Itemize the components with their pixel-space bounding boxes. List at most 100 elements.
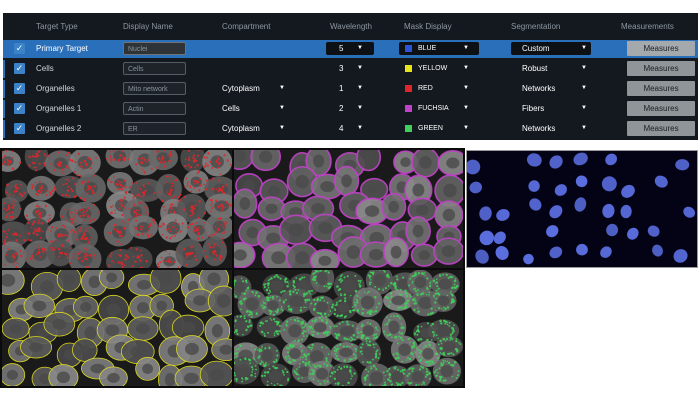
segmentation-value: Networks (522, 124, 556, 133)
check-icon: ✓ (15, 63, 24, 73)
wavelength-dropdown[interactable]: 1 ▼ (326, 82, 374, 95)
table-header: Target Type Display Name Compartment Wav… (3, 22, 698, 36)
caret-down-icon: ▼ (581, 105, 587, 111)
table-row[interactable]: ✓ Primary Target Nuclei 5 ▼ BLUE ▼ Custom ▼ Measu… (3, 40, 698, 58)
row-checkbox[interactable]: ✓ (14, 123, 25, 134)
caret-down-icon: ▼ (463, 85, 469, 91)
table-row[interactable]: ✓ Cells Cells 3 ▼ YELLOW ▼ Robust ▼ Measures (3, 60, 698, 78)
header-segmentation: Segmentation (511, 22, 561, 31)
display-name-input[interactable]: Actin (123, 102, 186, 115)
row-checkbox[interactable]: ✓ (14, 83, 25, 94)
target-type-label: Organelles 1 (36, 104, 82, 113)
measures-button[interactable]: Measures (627, 121, 695, 136)
measures-button[interactable]: Measures (627, 41, 695, 56)
caret-down-icon: ▼ (357, 65, 363, 71)
header-compartment: Compartment (222, 22, 271, 31)
cell-outline-image (2, 270, 232, 386)
target-type-label: Organelles (36, 84, 75, 93)
display-name-input[interactable]: Nuclei (123, 42, 186, 55)
segmentation-dropdown[interactable]: Custom ▼ (511, 42, 591, 55)
caret-down-icon: ▼ (357, 45, 363, 51)
measures-button[interactable]: Measures (627, 81, 695, 96)
row-accent (3, 80, 5, 98)
row-checkbox[interactable]: ✓ (14, 63, 25, 74)
compartment-dropdown[interactable]: Cytoplasm ▼ (222, 122, 290, 135)
segmentation-value: Custom (522, 44, 550, 53)
compartment-value: Cytoplasm (222, 124, 260, 133)
wavelength-dropdown[interactable]: 5 ▼ (326, 42, 374, 55)
mask-color-label: RED (418, 85, 433, 92)
caret-down-icon: ▼ (463, 65, 469, 71)
segmentation-value: Robust (522, 64, 548, 73)
caret-down-icon: ▼ (463, 105, 469, 111)
wavelength-value: 1 (339, 84, 344, 93)
row-accent (3, 60, 5, 78)
compartment-dropdown[interactable]: Cells ▼ (222, 102, 290, 115)
wavelength-dropdown[interactable]: 2 ▼ (326, 102, 374, 115)
caret-down-icon: ▼ (463, 45, 469, 51)
caret-down-icon: ▼ (463, 125, 469, 131)
measures-button[interactable]: Measures (627, 61, 695, 76)
caret-down-icon: ▼ (581, 65, 587, 71)
mask-color-swatch (405, 65, 412, 72)
table-row[interactable]: ✓ Organelles Mito network Cytoplasm ▼ 1 ▼ RED ▼ N… (3, 80, 698, 98)
table-row[interactable]: ✓ Organelles 2 ER Cytoplasm ▼ 4 ▼ GREEN ▼ Network… (3, 120, 698, 138)
target-type-label: Primary Target (36, 44, 88, 53)
mask-color-label: FUCHSIA (418, 105, 449, 112)
caret-down-icon: ▼ (581, 45, 587, 51)
table-row[interactable]: ✓ Organelles 1 Actin Cells ▼ 2 ▼ FUCHSIA ▼ Fibers… (3, 100, 698, 118)
caret-down-icon: ▼ (357, 85, 363, 91)
caret-down-icon: ▼ (279, 85, 285, 91)
mask-display-dropdown[interactable]: BLUE ▼ (399, 42, 479, 55)
mask-color-label: BLUE (418, 45, 437, 52)
segmentation-dropdown[interactable]: Networks ▼ (511, 122, 591, 135)
compartment-dropdown[interactable]: Cytoplasm ▼ (222, 82, 290, 95)
compartment-value: Cytoplasm (222, 84, 260, 93)
mask-display-dropdown[interactable]: GREEN ▼ (399, 122, 479, 135)
row-accent (3, 100, 5, 118)
measures-button[interactable]: Measures (627, 101, 695, 116)
mask-display-dropdown[interactable]: FUCHSIA ▼ (399, 102, 479, 115)
targets-table: Target Type Display Name Compartment Wav… (3, 13, 698, 140)
header-wavelength: Wavelength (330, 22, 372, 31)
mask-display-dropdown[interactable]: RED ▼ (399, 82, 479, 95)
er-image (234, 270, 463, 386)
header-measurements: Measurements (621, 22, 674, 31)
caret-down-icon: ▼ (279, 125, 285, 131)
mask-color-swatch (405, 125, 412, 132)
header-display-name: Display Name (123, 22, 173, 31)
mask-color-label: YELLOW (418, 65, 448, 72)
wavelength-value: 5 (339, 44, 344, 53)
wavelength-value: 3 (339, 64, 344, 73)
check-icon: ✓ (15, 83, 24, 93)
check-icon: ✓ (15, 43, 24, 53)
caret-down-icon: ▼ (581, 85, 587, 91)
segmentation-value: Networks (522, 84, 556, 93)
target-type-label: Organelles 2 (36, 124, 82, 133)
row-checkbox[interactable]: ✓ (14, 103, 25, 114)
caret-down-icon: ▼ (357, 105, 363, 111)
display-name-input[interactable]: Mito network (123, 82, 186, 95)
caret-down-icon: ▼ (279, 105, 285, 111)
mask-color-label: GREEN (418, 125, 443, 132)
caret-down-icon: ▼ (357, 125, 363, 131)
mitochondria-image (2, 150, 232, 268)
wavelength-dropdown[interactable]: 3 ▼ (326, 62, 374, 75)
mask-color-swatch (405, 45, 412, 52)
segmentation-dropdown[interactable]: Fibers ▼ (511, 102, 591, 115)
display-name-input[interactable]: ER (123, 122, 186, 135)
compartment-value: Cells (222, 104, 240, 113)
row-checkbox[interactable]: ✓ (14, 43, 25, 54)
mask-color-swatch (405, 105, 412, 112)
actin-image (234, 150, 463, 268)
mask-display-dropdown[interactable]: YELLOW ▼ (399, 62, 479, 75)
segmentation-value: Fibers (522, 104, 545, 113)
target-type-label: Cells (36, 64, 54, 73)
display-name-input[interactable]: Cells (123, 62, 186, 75)
header-target-type: Target Type (36, 22, 78, 31)
check-icon: ✓ (15, 103, 24, 113)
segmentation-dropdown[interactable]: Robust ▼ (511, 62, 591, 75)
wavelength-dropdown[interactable]: 4 ▼ (326, 122, 374, 135)
segmentation-dropdown[interactable]: Networks ▼ (511, 82, 591, 95)
wavelength-value: 2 (339, 104, 344, 113)
